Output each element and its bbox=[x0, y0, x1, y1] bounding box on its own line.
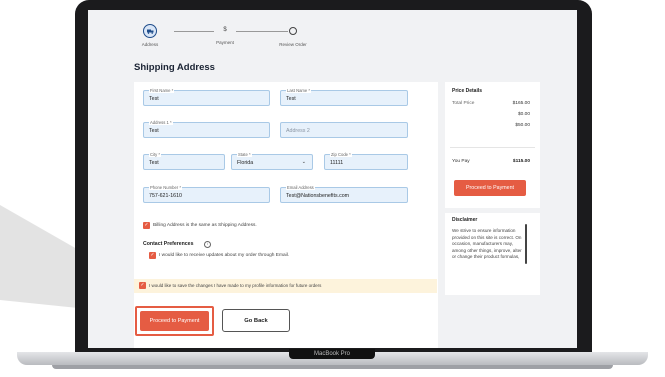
total-price-value: $165.00 bbox=[512, 101, 530, 106]
panel-proceed-button[interactable]: Proceed to Payment bbox=[454, 180, 526, 196]
chevron-down-icon: ⌄ bbox=[301, 159, 306, 165]
phone-field[interactable]: Phone Number * 757-621-1610 bbox=[143, 185, 270, 203]
discount-value: $0.00 bbox=[517, 112, 530, 117]
state-select[interactable]: State * Florida ⌄ bbox=[231, 152, 313, 170]
address1-field[interactable]: Address 1 * Test bbox=[143, 120, 270, 138]
disclaimer-scrollbar[interactable] bbox=[525, 224, 527, 264]
step-address[interactable]: Address bbox=[120, 24, 180, 47]
truck-icon bbox=[143, 24, 157, 38]
checkout-screen: Address $ Payment Review Order Shipping … bbox=[88, 10, 577, 348]
email-field[interactable]: Email Address Test@Nationsbenefits.com bbox=[280, 185, 408, 203]
step-review-order[interactable]: Review Order bbox=[263, 24, 323, 47]
email-updates-checkbox[interactable]: ✓ bbox=[149, 252, 156, 259]
first-name-field[interactable]: First Name * Test bbox=[143, 88, 270, 106]
last-name-field[interactable]: Last Name * Test bbox=[280, 88, 408, 106]
checkout-stepper: Address $ Payment Review Order bbox=[136, 24, 336, 54]
circle-icon bbox=[289, 27, 297, 35]
proceed-to-payment-button[interactable]: Proceed to Payment bbox=[135, 306, 214, 336]
page-title: Shipping Address bbox=[134, 62, 215, 73]
total-price-label: Total Price bbox=[452, 101, 475, 106]
step-payment[interactable]: $ Payment bbox=[195, 24, 255, 45]
you-pay-value: $115.00 bbox=[512, 159, 530, 164]
go-back-button[interactable]: Go Back bbox=[222, 309, 290, 332]
disclaimer-text: We strive to ensure information provided… bbox=[452, 228, 522, 260]
credit-value: $50.00 bbox=[515, 123, 530, 128]
info-icon[interactable]: i bbox=[204, 241, 211, 248]
you-pay-label: You Pay bbox=[452, 159, 470, 164]
zip-code-field[interactable]: Zip Code * 11111 bbox=[324, 152, 408, 170]
dollar-icon: $ bbox=[223, 27, 227, 33]
address2-field[interactable]: Address 2 bbox=[280, 122, 408, 138]
billing-same-checkbox[interactable]: ✓ bbox=[143, 222, 150, 229]
price-details-title: Price Details bbox=[452, 88, 483, 94]
save-profile-label: I would like to save the changes I have … bbox=[149, 283, 322, 288]
device-label: MacBook Pro bbox=[289, 349, 375, 359]
contact-preferences-header: Contact Preferences bbox=[143, 241, 194, 247]
save-profile-checkbox[interactable]: ✓ bbox=[139, 282, 146, 289]
billing-same-label: Billing Address is the same as Shipping … bbox=[153, 223, 257, 228]
email-updates-label: I would like to receive updates about my… bbox=[159, 253, 290, 258]
disclaimer-title: Disclaimer bbox=[452, 217, 478, 223]
city-field[interactable]: City * Test bbox=[143, 152, 225, 170]
